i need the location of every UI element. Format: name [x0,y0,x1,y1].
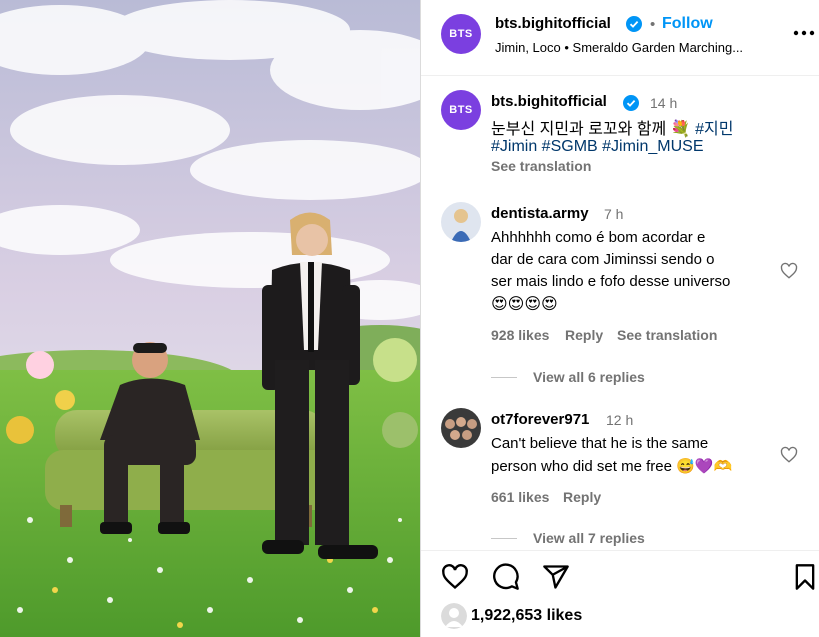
verified-badge-icon [626,16,642,32]
header-dot-separator: • [650,16,656,33]
verified-badge-icon [623,95,639,111]
caption-author-avatar[interactable]: BTS [441,90,481,130]
view-replies-button[interactable]: View all 6 replies [533,369,645,385]
caption-line-1: 눈부신 지민과 로꼬와 함께 💐 #지민 [491,115,733,139]
heart-icon[interactable] [441,563,469,591]
follow-button[interactable]: Follow [662,15,713,33]
comment-text-line: Can't believe that he is the same [491,435,709,452]
comment-text-line: person who did set me free 😅💜🫶 [491,458,733,475]
commenter-avatar[interactable] [441,202,481,242]
more-horizontal-icon[interactable] [793,28,815,38]
comment-reply-button[interactable]: Reply [563,489,601,505]
comment-likes[interactable]: 928 likes [491,327,549,343]
share-icon[interactable] [542,563,570,591]
avatar-text: BTS [449,104,473,116]
comment-text-line: Ahhhhhh como é bom acordar e [491,229,706,246]
actions-divider [421,550,819,551]
commenter-avatar[interactable] [441,408,481,448]
comment-time: 7 h [604,206,624,222]
header-username[interactable]: bts.bighitofficial [495,15,611,32]
replies-line-decoration [491,538,517,539]
hashtag-link[interactable]: #지민 [695,121,733,138]
comment-time: 12 h [606,412,634,428]
header-divider [421,75,819,76]
garden-scene-illustration [0,0,420,637]
comment-likes[interactable]: 661 likes [491,489,549,505]
bookmark-icon[interactable] [791,563,819,591]
comment-like-heart-icon[interactable] [780,446,798,464]
avatar-text: BTS [449,28,473,40]
caption-time: 14 h [650,95,678,111]
comment-reply-button[interactable]: Reply [565,327,603,343]
comment-emoji-line: 😍😍😍😍 [491,294,558,313]
comment-see-translation[interactable]: See translation [617,327,717,343]
caption-text: 눈부신 지민과 로꼬와 함께 💐 [491,121,691,138]
author-avatar[interactable]: BTS [441,14,481,54]
comment-username[interactable]: ot7forever971 [491,411,589,428]
liker-avatar[interactable] [441,603,467,629]
caption-see-translation[interactable]: See translation [491,158,591,174]
comment-text-line: ser mais lindo e fofo desse universo [491,273,731,290]
replies-line-decoration [491,377,517,378]
post-media-image[interactable] [0,0,420,637]
post-detail-pane: BTS bts.bighitofficial • Follow Jimin, L… [421,0,819,637]
view-replies-button[interactable]: View all 7 replies [533,530,645,546]
comment-text-line: dar de cara com Jiminssi sendo o [491,251,715,268]
post-likes-count[interactable]: 1,922,653 likes [471,607,582,625]
caption-hashtags[interactable]: #Jimin #SGMB #Jimin_MUSE [491,138,704,156]
caption-username[interactable]: bts.bighitofficial [491,93,607,110]
comment-like-heart-icon[interactable] [780,262,798,280]
comment-icon[interactable] [492,563,520,591]
post-location[interactable]: Jimin, Loco • Smeraldo Garden Marching..… [495,40,785,55]
comment-username[interactable]: dentista.army [491,205,589,222]
